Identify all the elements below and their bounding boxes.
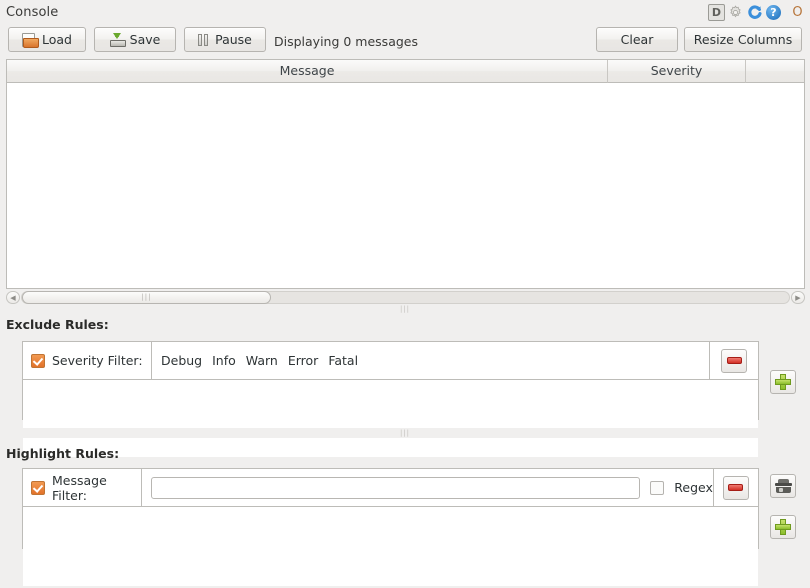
table-header-row: Message Severity (7, 60, 804, 83)
highlight-rule-row: Message Filter: Regex (23, 469, 758, 507)
exclude-rules-panel: Severity Filter: Debug Info Warn Error F… (22, 341, 759, 457)
message-table[interactable]: Message Severity (6, 59, 805, 289)
resize-columns-button[interactable]: Resize Columns (684, 27, 802, 52)
severity-option-fatal[interactable]: Fatal (328, 353, 358, 368)
remove-highlight-rule-button[interactable] (722, 475, 749, 500)
window-title: Console (6, 4, 59, 20)
splitter-table-exclude[interactable]: ||| (0, 304, 810, 314)
clear-button[interactable]: Clear (596, 27, 678, 52)
save-button-label: Save (129, 32, 161, 47)
title-bar: Console D ? O (0, 0, 810, 24)
plus-icon (775, 374, 791, 390)
highlight-rule-label: Message Filter: (52, 472, 107, 503)
exclude-rule-label: Severity Filter: (52, 353, 143, 368)
load-button-label: Load (42, 32, 72, 47)
exclude-rules-heading: Exclude Rules: (6, 317, 109, 332)
highlight-rule-body: Regex (142, 469, 714, 506)
exclude-rule-label-cell: Severity Filter: (23, 342, 152, 379)
gear-icon[interactable] (727, 4, 744, 21)
refresh-icon[interactable] (746, 4, 763, 21)
highlight-rules-panel: Message Filter: Regex (22, 468, 759, 586)
stamp-icon (774, 479, 792, 493)
exclude-rule-enabled-checkbox[interactable] (31, 353, 45, 368)
splitter-grip-icon: ||| (399, 304, 411, 313)
scrollbar-track[interactable]: ||| (21, 291, 790, 304)
table-horizontal-scrollbar[interactable]: ◀ ||| ▶ (6, 290, 805, 305)
highlight-color-button[interactable] (770, 474, 796, 498)
highlight-rule-enabled-checkbox[interactable] (31, 480, 45, 495)
column-header-filler (746, 60, 804, 83)
options-icon[interactable]: O (789, 4, 806, 21)
severity-option-error[interactable]: Error (288, 353, 318, 368)
exclude-rules-empty-area[interactable] (23, 380, 758, 457)
severity-option-debug[interactable]: Debug (161, 353, 202, 368)
add-highlight-rule-button[interactable] (770, 515, 796, 539)
highlight-rule-action-cell (714, 469, 758, 506)
toolbar: Load Save Pause Displaying 0 messages Cl… (0, 24, 810, 56)
regex-checkbox[interactable] (650, 480, 665, 495)
debug-icon[interactable]: D (708, 3, 725, 21)
message-filter-input[interactable] (151, 476, 641, 499)
exclude-rule-action-cell (710, 342, 758, 379)
splitter-grip-icon: ||| (399, 428, 411, 437)
severity-option-info[interactable]: Info (212, 353, 236, 368)
resize-columns-button-label: Resize Columns (693, 32, 793, 47)
exclude-rule-severity-list[interactable]: Debug Info Warn Error Fatal (152, 342, 710, 379)
column-header-message[interactable]: Message (7, 60, 608, 83)
highlight-rule-label-cell: Message Filter: (23, 469, 143, 506)
scroll-right-arrow-icon[interactable]: ▶ (791, 291, 805, 304)
help-icon-glyph: ? (766, 4, 781, 20)
table-body[interactable] (7, 83, 804, 288)
clear-button-label: Clear (620, 32, 654, 47)
exclude-rule-row: Severity Filter: Debug Info Warn Error F… (23, 342, 758, 380)
load-icon (22, 32, 39, 48)
remove-exclude-rule-button[interactable] (721, 348, 747, 373)
help-icon[interactable]: ? (765, 4, 782, 21)
save-icon (109, 32, 126, 47)
scroll-left-arrow-icon[interactable]: ◀ (6, 291, 20, 304)
severity-option-warn[interactable]: Warn (246, 353, 278, 368)
highlight-rules-heading: Highlight Rules: (6, 446, 120, 461)
pause-icon (198, 33, 210, 46)
minus-icon (726, 357, 742, 364)
splitter-exclude-highlight[interactable]: ||| (0, 428, 810, 438)
scrollbar-thumb[interactable]: ||| (22, 291, 271, 304)
add-exclude-rule-button[interactable] (770, 370, 796, 394)
load-button[interactable]: Load (8, 27, 86, 52)
title-bar-icons: D ? O (708, 2, 806, 22)
pause-button-label: Pause (215, 32, 252, 47)
pause-button[interactable]: Pause (184, 27, 266, 52)
save-button[interactable]: Save (94, 27, 176, 52)
regex-label: Regex (674, 480, 713, 495)
console-window: Console D ? O Load Save Pause Displaying… (0, 0, 810, 588)
scrollbar-grip-icon: ||| (141, 293, 152, 301)
column-header-severity[interactable]: Severity (608, 60, 746, 83)
minus-icon (728, 484, 744, 491)
plus-icon (775, 519, 791, 535)
highlight-rules-empty-area[interactable] (23, 507, 758, 586)
status-text: Displaying 0 messages (274, 34, 418, 49)
